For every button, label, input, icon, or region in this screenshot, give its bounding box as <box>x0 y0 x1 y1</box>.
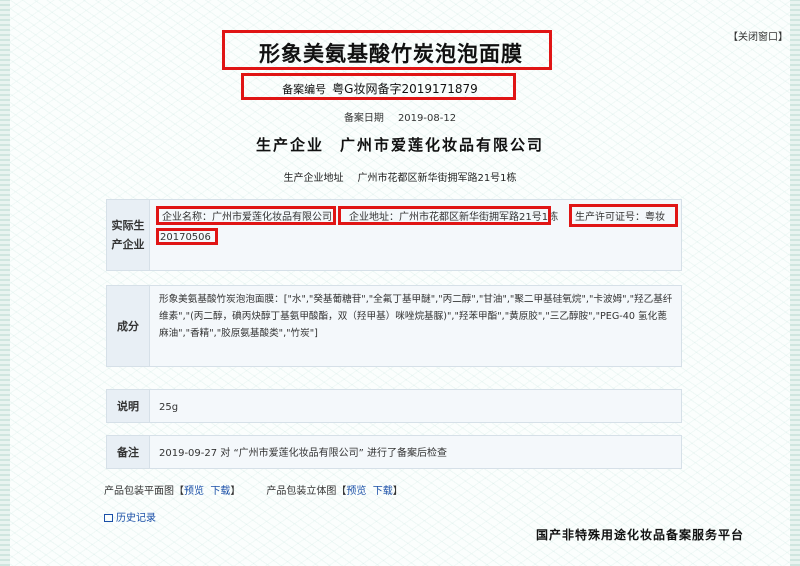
flat-image-label: 产品包装平面图 <box>104 486 174 497</box>
history-link-label[interactable]: 历史记录 <box>116 513 156 524</box>
ingredients-text: 形象美氨基酸竹炭泡泡面膜：["水","癸基葡糖苷","全氟丁基甲醚","丙二醇"… <box>159 294 673 339</box>
close-window-link[interactable]: 【关闭窗口】 <box>728 28 788 43</box>
right-decorative-border <box>790 0 800 566</box>
record-number: 备案编号 粤G妆网备字2019171879 <box>244 80 516 97</box>
description-label: 说明 <box>107 390 150 422</box>
solid-image-label: 产品包装立体图 <box>266 486 337 497</box>
record-date-label: 备案日期 <box>343 113 384 124</box>
notes-text: 2019-09-27 对 “广州市爱莲化妆品有限公司” 进行了备案后检查 <box>159 448 448 459</box>
left-decorative-border <box>0 0 10 566</box>
notes-section: 备注 2019-09-27 对 “广州市爱莲化妆品有限公司” 进行了备案后检查 <box>106 435 682 469</box>
production-company-address: 生产企业地址 广州市花都区新华街拥军路21号1栋 <box>0 169 800 184</box>
description-text: 25g <box>159 402 179 413</box>
flat-image-download-link[interactable]: 下载 <box>210 486 230 497</box>
product-name: 形象美氨基酸竹炭泡泡面膜 <box>259 42 523 66</box>
production-company-address-value: 广州市花都区新华街拥军路21号1栋 <box>357 173 517 184</box>
actual-producer-license: 生产许可证号：粤妆 <box>575 212 665 223</box>
record-date: 备案日期 2019-08-12 <box>0 109 800 124</box>
flat-image-preview-link[interactable]: 预览 <box>184 486 204 497</box>
actual-producer-label: 实际生产企业 <box>107 200 150 270</box>
platform-watermark: 国产非特殊用途化妆品备案服务平台 <box>536 528 745 542</box>
description-section: 说明 25g <box>106 389 682 423</box>
actual-producer-name: 企业名称：广州市爱莲化妆品有限公司 <box>162 212 332 223</box>
record-date-value: 2019-08-12 <box>397 113 457 124</box>
solid-image-preview-link[interactable]: 预览 <box>346 486 366 497</box>
record-number-label: 备案编号 <box>282 83 327 96</box>
history-link[interactable]: 历史记录 <box>104 509 156 524</box>
actual-producer-license-number: 20170506 <box>160 232 211 243</box>
package-links-row: 产品包装平面图【预览 下载】 产品包装立体图【预览 下载】 <box>104 486 403 497</box>
history-icon <box>104 514 113 522</box>
notes-label: 备注 <box>107 436 150 468</box>
production-company-address-label: 生产企业地址 <box>283 173 344 184</box>
solid-image-download-link[interactable]: 下载 <box>373 486 393 497</box>
production-company: 生产企业 广州市爱莲化妆品有限公司 <box>0 134 800 155</box>
production-company-label: 生产企业 <box>255 136 324 154</box>
ingredients-label: 成分 <box>107 286 150 366</box>
ingredients-section: 成分 形象美氨基酸竹炭泡泡面膜：["水","癸基葡糖苷","全氟丁基甲醚","丙… <box>106 285 682 367</box>
actual-producer-address: 企业地址：广州市花都区新华街拥军路21号1栋 <box>349 212 559 223</box>
production-company-name: 广州市爱莲化妆品有限公司 <box>340 136 545 154</box>
actual-producer-section: 实际生产企业 企业名称：广州市爱莲化妆品有限公司 企业地址：广州市花都区新华街拥… <box>106 199 682 271</box>
record-number-value: 粤G妆网备字2019171879 <box>332 82 478 96</box>
